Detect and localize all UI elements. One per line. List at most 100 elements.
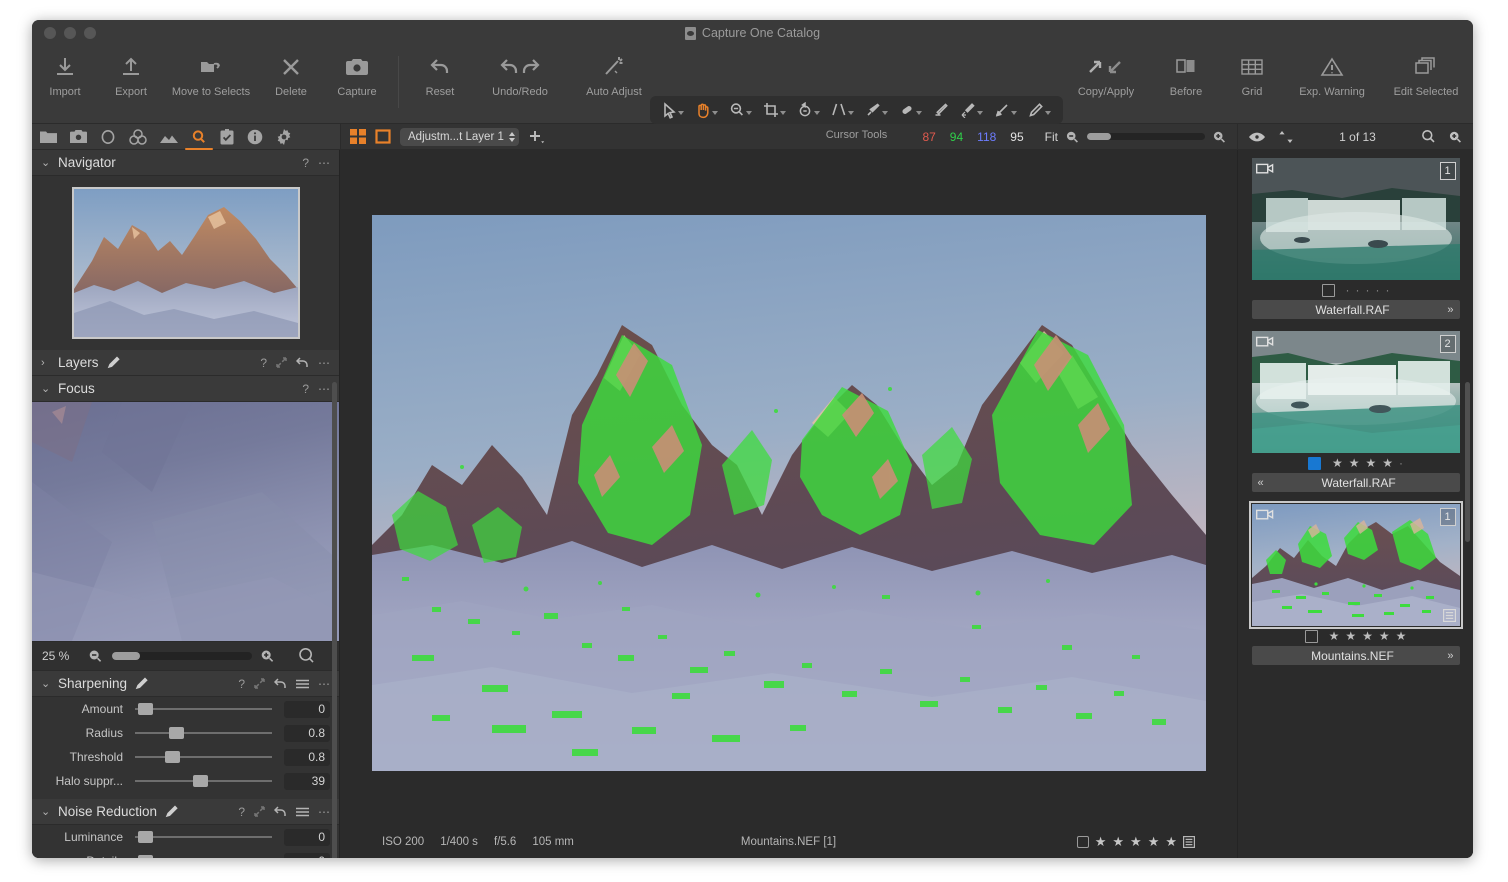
slider-track[interactable] (135, 836, 272, 838)
chevron-down-icon[interactable]: ⌄ (41, 805, 50, 818)
layers-panel-header[interactable]: › Layers ? ⋯ (32, 350, 339, 376)
expand-icon[interactable] (276, 357, 287, 368)
tool-tab-adjustments[interactable] (220, 124, 234, 150)
brush-icon[interactable] (107, 356, 120, 369)
rating-control[interactable]: ★ ★ ★ ★ · (1332, 457, 1403, 469)
erase-tool[interactable] (928, 98, 954, 122)
slider-knob[interactable] (138, 703, 153, 715)
rating-dot[interactable]: · (1346, 284, 1350, 296)
focus-preview[interactable] (32, 402, 339, 641)
reset-arrow-icon[interactable] (274, 806, 287, 818)
view-mode-grid[interactable] (350, 129, 366, 144)
chevron-down-icon[interactable] (977, 111, 983, 115)
chevron-right-icon[interactable]: » (1447, 304, 1453, 316)
slider-value[interactable]: 0 (284, 701, 330, 718)
browser-zoom-in-icon[interactable] (1448, 130, 1463, 144)
chevron-down-icon[interactable]: ⌄ (41, 382, 50, 395)
sharpening-panel-header[interactable]: ⌄ Sharpening ? ⋯ (32, 671, 339, 697)
rating-dot[interactable]: · (1399, 457, 1403, 469)
chevron-down-icon[interactable] (814, 111, 820, 115)
star-icon[interactable]: ★ (1329, 630, 1340, 642)
slider-knob[interactable] (193, 775, 208, 787)
zoom-button[interactable] (84, 27, 96, 39)
rating-dot[interactable]: · (1376, 284, 1380, 296)
zoom-out-icon[interactable] (1065, 130, 1080, 144)
reset-arrow-icon[interactable] (274, 678, 287, 690)
search-icon[interactable] (1421, 129, 1436, 144)
slider-track[interactable] (135, 708, 272, 710)
chevron-down-icon[interactable] (678, 111, 684, 115)
chevron-right-icon[interactable]: » (1447, 650, 1453, 662)
import-button[interactable]: Import (32, 46, 98, 98)
crop-tool[interactable] (758, 98, 791, 122)
zoom-out-icon[interactable] (88, 649, 104, 663)
slider-value[interactable]: 0.8 (284, 725, 330, 742)
draw-mask-tool[interactable] (989, 98, 1022, 122)
keystone-tool[interactable] (826, 98, 859, 122)
stepper-icon[interactable] (509, 132, 515, 142)
tool-tab-output-settings[interactable] (276, 124, 292, 150)
slider-value[interactable]: 0 (284, 853, 330, 859)
brush-icon[interactable] (135, 677, 148, 690)
edit-selected-button[interactable]: Edit Selected (1379, 46, 1473, 98)
navigator-panel-header[interactable]: ⌄ Navigator ? ⋯ (32, 150, 339, 176)
before-button[interactable]: Before (1153, 46, 1219, 98)
chevron-down-icon[interactable] (1011, 111, 1017, 115)
chevron-down-icon[interactable] (746, 111, 752, 115)
pen-tool[interactable] (1023, 98, 1056, 122)
view-mode-single[interactable] (375, 129, 391, 144)
pan-hand-tool[interactable] (690, 98, 723, 122)
tool-tab-lens[interactable] (100, 124, 116, 150)
tool-tab-exposure[interactable] (160, 124, 178, 150)
ellipsis-icon[interactable]: ⋯ (318, 677, 330, 691)
focus-panel-header[interactable]: ⌄ Focus ? ⋯ (32, 376, 339, 402)
chevron-down-icon[interactable]: ⌄ (41, 156, 50, 169)
zoom-in-icon[interactable] (260, 649, 276, 663)
thumbnail-image[interactable]: 2 (1252, 331, 1460, 453)
thumbnail-image[interactable]: 1 (1252, 504, 1460, 626)
left-panel-scrollbar[interactable] (332, 382, 337, 858)
chevron-down-icon[interactable] (712, 111, 718, 115)
browser-thumbnail-3[interactable]: 1 ★ ★ ★ ★ ★ Mountains.NEF (1252, 504, 1460, 665)
sort-arrows-icon[interactable] (1278, 130, 1294, 144)
chevron-down-icon[interactable] (882, 111, 888, 115)
ellipsis-icon[interactable]: ⋯ (318, 382, 330, 396)
focus-loupe-icon[interactable] (298, 647, 316, 665)
star-icon[interactable]: ★ (1379, 630, 1390, 642)
spot-removal-tool[interactable] (860, 98, 893, 122)
browser-thumbnail-2[interactable]: 2 ★ ★ ★ ★ · « Waterfall.RAF (1252, 331, 1460, 492)
tool-tab-capture[interactable] (70, 124, 87, 150)
reset-button[interactable]: Reset (407, 46, 473, 98)
brush-icon[interactable] (165, 805, 178, 818)
move-to-selects-button[interactable]: Move to Selects (164, 46, 258, 98)
noise-reduction-panel-header[interactable]: ⌄ Noise Reduction ? ⋯ (32, 799, 339, 825)
slider-knob[interactable] (138, 831, 153, 843)
add-layer-button[interactable] (528, 129, 546, 145)
gradient-mask-tool[interactable] (955, 98, 988, 122)
heal-tool[interactable] (894, 98, 927, 122)
question-icon[interactable]: ? (260, 356, 267, 370)
tool-tab-color[interactable] (129, 124, 147, 150)
tool-tab-library[interactable] (40, 124, 57, 150)
layer-select[interactable]: Adjustm...t Layer 1 (400, 128, 519, 146)
tool-tab-metadata[interactable] (247, 124, 263, 150)
chevron-down-icon[interactable]: ⌄ (41, 677, 50, 690)
thumbnail-filename-bar[interactable]: « Waterfall.RAF (1252, 473, 1460, 492)
star-icon[interactable]: ★ (1345, 630, 1356, 642)
slider-track[interactable] (135, 756, 272, 758)
list-icon[interactable] (1443, 609, 1456, 622)
zoom-in-icon[interactable] (1212, 130, 1227, 144)
zoom-tool[interactable] (724, 98, 757, 122)
color-tag-box-icon[interactable] (1322, 284, 1335, 297)
expand-icon[interactable] (254, 806, 265, 817)
star-icon[interactable]: ★ (1366, 457, 1377, 469)
star-icon[interactable]: ★ (1396, 630, 1407, 642)
ellipsis-icon[interactable]: ⋯ (318, 356, 330, 370)
ellipsis-icon[interactable]: ⋯ (318, 156, 330, 170)
slider-value[interactable]: 39 (284, 773, 330, 790)
star-icon[interactable]: ★ (1362, 630, 1373, 642)
menu-lines-icon[interactable] (296, 807, 309, 817)
reset-arrow-icon[interactable] (296, 357, 309, 369)
thumbnail-filename-bar[interactable]: Mountains.NEF » (1252, 646, 1460, 665)
question-icon[interactable]: ? (238, 677, 245, 691)
